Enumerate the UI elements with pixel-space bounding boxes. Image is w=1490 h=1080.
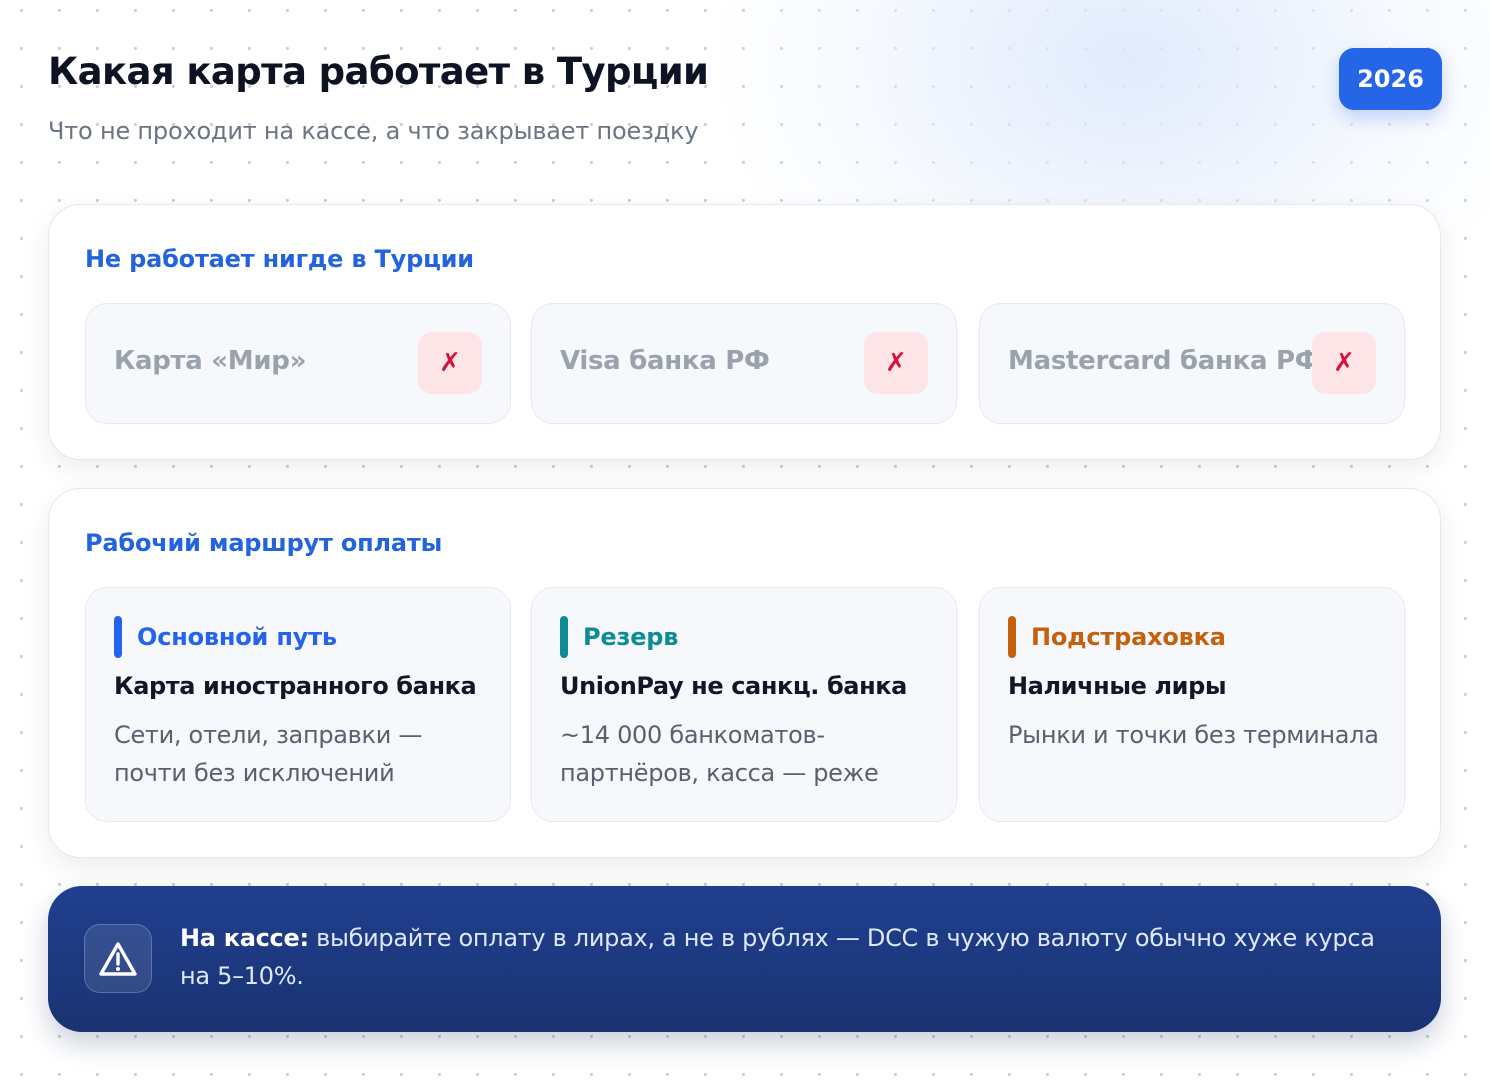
route-card-reserve: Резерв UnionPay не санкц. банка ~14 000 … [531, 587, 957, 822]
card-heading: UnionPay не санкц. банка [560, 672, 907, 700]
card-heading: Наличные лиры [1008, 672, 1227, 700]
card-label: Mastercard банка РФ [1008, 346, 1321, 376]
alert-body: выбирайте оплату в лирах, а не в рублях … [180, 924, 1375, 990]
warning-triangle-icon [84, 924, 152, 993]
card-description: ~14 000 банкоматов-партнёров, касса — ре… [560, 721, 879, 787]
cross-icon: ✗ [418, 332, 482, 394]
page-subtitle: Что не проходит на кассе, а что закрывае… [48, 117, 699, 145]
cross-icon: ✗ [864, 332, 928, 394]
tag-color-bar [114, 616, 122, 658]
alert-text: На кассе: выбирайте оплату в лирах, а не… [180, 919, 1380, 995]
unavailable-card-visa: Visa банка РФ ✗ [531, 303, 957, 424]
card-description: Сети, отели, заправки — почти без исключ… [114, 721, 423, 787]
page-title: Какая карта работает в Турции [48, 50, 709, 93]
tag-label: Резерв [583, 623, 679, 651]
unavailable-card-mastercard: Mastercard банка РФ ✗ [979, 303, 1405, 424]
route-card-primary: Основной путь Карта иностранного банка С… [85, 587, 511, 822]
card-label: Visa банка РФ [560, 346, 770, 376]
card-label: Карта «Мир» [114, 346, 307, 376]
card-tag: Основной путь [114, 616, 337, 658]
route-card-backup: Подстраховка Наличные лиры Рынки и точки… [979, 587, 1405, 822]
tag-color-bar [560, 616, 568, 658]
unavailable-card-mir: Карта «Мир» ✗ [85, 303, 511, 424]
card-tag: Подстраховка [1008, 616, 1226, 658]
year-badge: 2026 [1339, 48, 1442, 110]
checkout-tip-banner: На кассе: выбирайте оплату в лирах, а не… [48, 886, 1441, 1032]
alert-label: На кассе: [180, 924, 309, 952]
tag-label: Основной путь [137, 623, 337, 651]
tag-color-bar [1008, 616, 1016, 658]
panel-title: Рабочий маршрут оплаты [85, 529, 443, 557]
tag-label: Подстраховка [1031, 623, 1226, 651]
payment-route-panel: Рабочий маршрут оплаты Основной путь Кар… [48, 488, 1441, 858]
unavailable-cards-panel: Не работает нигде в Турции Карта «Мир» ✗… [48, 204, 1441, 460]
card-heading: Карта иностранного банка [114, 672, 477, 700]
card-tag: Резерв [560, 616, 678, 658]
panel-title: Не работает нигде в Турции [85, 245, 474, 273]
card-description: Рынки и точки без терминала [1008, 721, 1379, 749]
cross-icon: ✗ [1312, 332, 1376, 394]
